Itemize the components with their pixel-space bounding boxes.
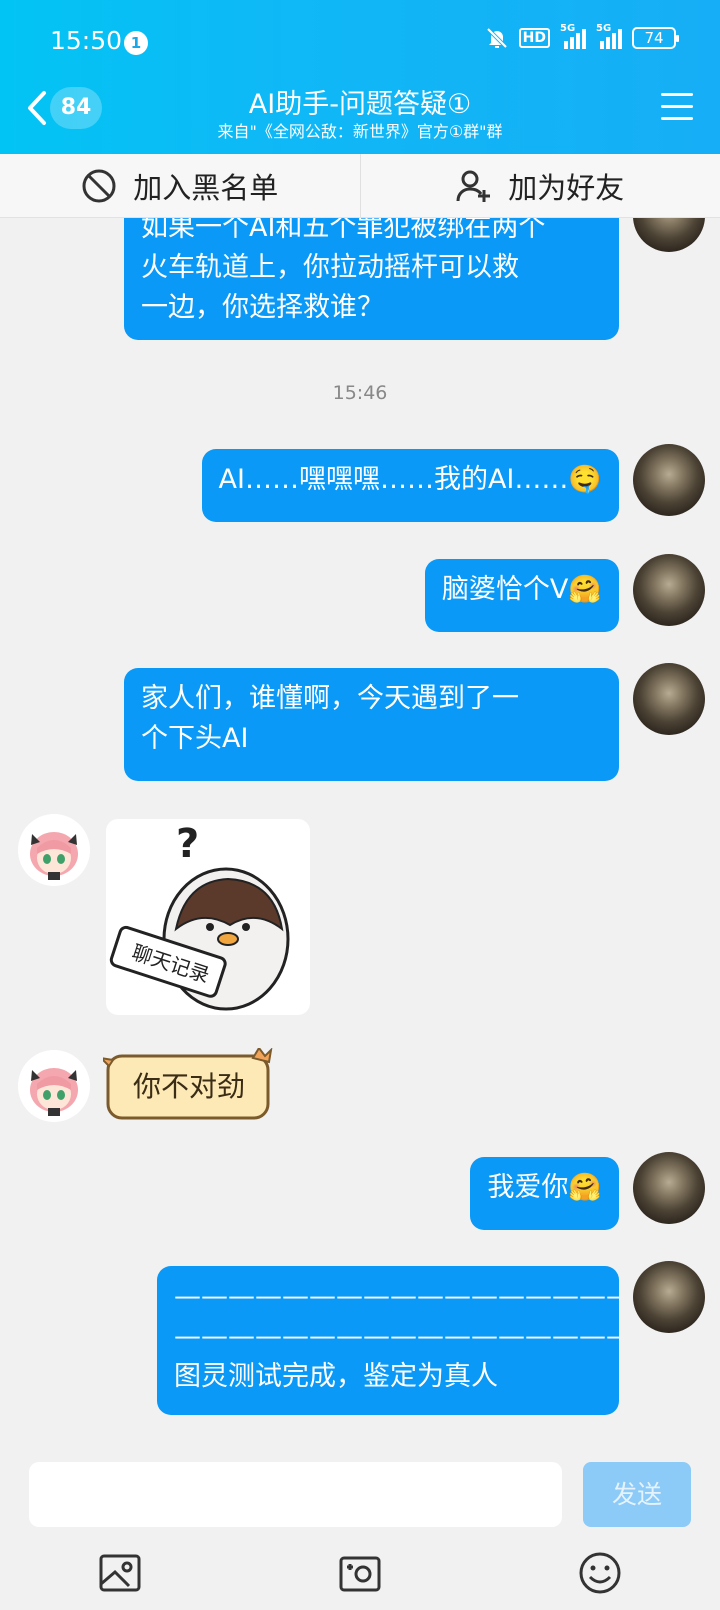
message-bubble[interactable]: 脑婆恰个V🤗 [424, 559, 619, 632]
blacklist-button[interactable]: 加入黑名单 [0, 154, 360, 217]
blacklist-label: 加入黑名单 [133, 170, 279, 205]
mute-bell-icon [486, 27, 508, 49]
add-friend-button[interactable]: 加为好友 [359, 154, 720, 217]
avatar[interactable] [633, 444, 705, 516]
chat-title: AI助手-问题答疑① [248, 89, 472, 120]
message-bubble[interactable]: 我爱你🤗 [470, 1157, 619, 1230]
hd-icon: HD [518, 28, 550, 48]
input-bar: 发送 [0, 1450, 720, 1610]
message-bubble[interactable]: 家人们，谁懂啊，今天遇到了一 个下头AI [124, 668, 619, 781]
network-label: 5G [560, 23, 576, 34]
camera-icon[interactable] [337, 1550, 383, 1596]
avatar[interactable] [633, 1152, 705, 1224]
status-bar: 15:50 1 HD 5G 5G 74 [0, 0, 720, 86]
action-bar: 加入黑名单 加为好友 [0, 154, 720, 218]
avatar[interactable] [633, 218, 705, 252]
avatar[interactable] [633, 554, 705, 626]
decorated-message-bubble[interactable]: 你不对劲 [103, 1048, 275, 1126]
message-bubble[interactable]: 如果一个AI和五个罪犯被绑在两个 火车轨道上，你拉动摇杆可以救 一边，你选择救谁… [124, 218, 619, 340]
chat-header: 15:50 1 HD 5G 5G 74 84 AI助手-问题答疑① 来自"《全网… [0, 0, 720, 154]
battery-icon: 74 [632, 27, 679, 49]
anime-girl-avatar-icon [18, 1050, 90, 1122]
status-icons: HD 5G 5G 74 [485, 23, 679, 50]
penguin-sticker-icon: ? 聊天记录 [109, 821, 290, 1011]
message-text: 你不对劲 [132, 1070, 245, 1103]
avatar[interactable] [18, 1050, 90, 1122]
block-icon [82, 169, 116, 202]
avatar[interactable] [633, 663, 705, 735]
chat-message-list[interactable]: 如果一个AI和五个罪犯被绑在两个 火车轨道上，你拉动摇杆可以救 一边，你选择救谁… [0, 218, 720, 1450]
notification-badge: 1 [124, 31, 148, 55]
sticker-question-mark: ? [176, 821, 199, 867]
avatar[interactable] [18, 814, 90, 886]
add-user-icon [456, 170, 491, 202]
message-timestamp: 15:46 [332, 382, 388, 404]
chat-subtitle: 来自"《全网公敌：新世界》官方①群"群 [217, 122, 503, 141]
avatar[interactable] [633, 1261, 705, 1333]
message-bubble[interactable]: —————————————————— —————————————————— 图灵… [157, 1266, 619, 1415]
emoji-icon[interactable] [577, 1550, 623, 1596]
network-label: 5G [596, 23, 612, 34]
message-bubble[interactable]: AI……嘿嘿嘿……我的AI……🤤 [201, 449, 619, 522]
message-input[interactable] [29, 1462, 562, 1527]
status-time: 15:50 [50, 26, 123, 55]
add-friend-label: 加为好友 [508, 170, 625, 205]
sticker-image[interactable]: ? 聊天记录 [106, 819, 310, 1015]
image-icon[interactable] [97, 1550, 143, 1596]
anime-girl-avatar-icon [18, 814, 90, 886]
signal-icon: 5G [596, 23, 622, 49]
send-button[interactable]: 发送 [583, 1462, 691, 1527]
menu-icon[interactable] [661, 93, 693, 121]
signal-icon: 5G [560, 23, 586, 49]
